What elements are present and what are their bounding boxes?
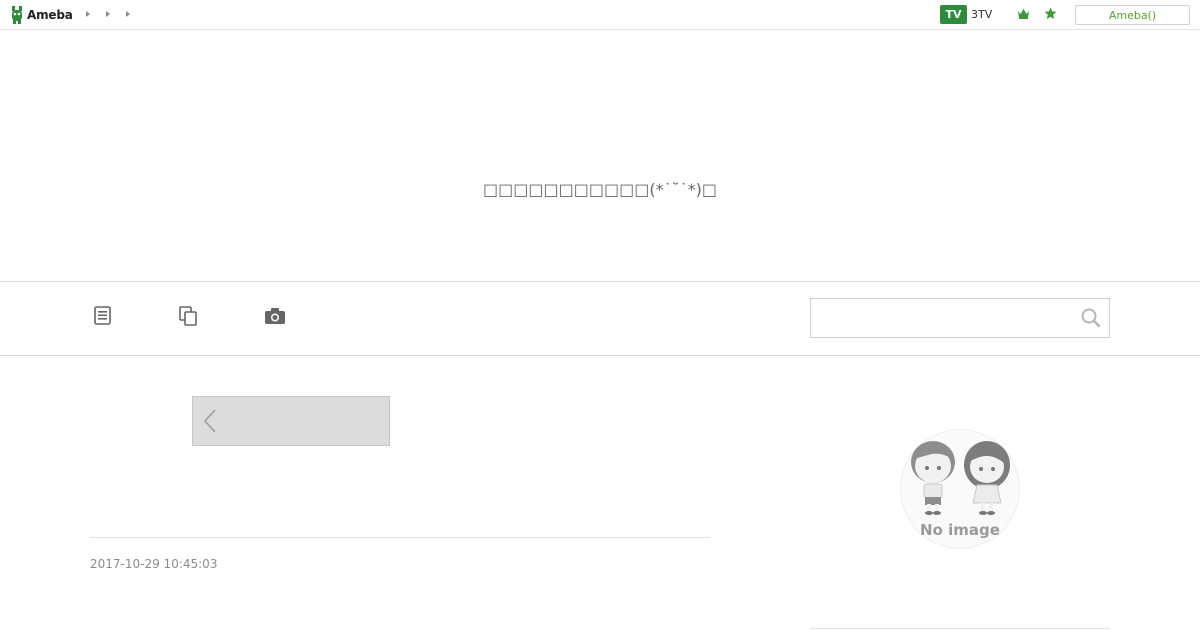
camera-icon[interactable] — [264, 307, 286, 325]
profile-image[interactable]: No image — [900, 429, 1020, 549]
entry-divider — [90, 537, 710, 538]
logo-text: Ameba — [27, 7, 73, 22]
nav-divider — [0, 355, 1200, 356]
breadcrumb-arrow-icon[interactable] — [106, 11, 110, 17]
tv-link[interactable]: 3TV — [971, 8, 992, 21]
ameba-mascot-icon — [12, 6, 22, 24]
breadcrumb-arrow-icon[interactable] — [126, 11, 130, 17]
star-icon[interactable] — [1044, 7, 1057, 20]
chevron-left-icon — [203, 409, 216, 433]
ameba-login-button[interactable]: Ameba() — [1075, 5, 1190, 25]
blog-title[interactable]: □□□□□□□□□□□(*˙˘˙*)□ — [0, 180, 1200, 199]
header-divider — [0, 281, 1200, 282]
tv-badge[interactable]: TV — [940, 5, 967, 24]
search-icon[interactable] — [1081, 308, 1101, 328]
no-image-label: No image — [920, 521, 1000, 539]
list-icon[interactable] — [94, 306, 111, 325]
global-header: Ameba TV 3TV Ameba() — [0, 0, 1200, 30]
crown-icon[interactable] — [1017, 8, 1030, 19]
search-input[interactable] — [810, 298, 1110, 338]
previous-entry-button[interactable] — [192, 396, 390, 446]
ameba-logo[interactable]: Ameba — [10, 5, 73, 24]
copy-icon[interactable] — [179, 306, 198, 326]
breadcrumb-arrow-icon[interactable] — [86, 11, 90, 17]
sidebar-divider — [810, 628, 1110, 629]
entry-date: 2017-10-29 10:45:03 — [90, 557, 218, 571]
